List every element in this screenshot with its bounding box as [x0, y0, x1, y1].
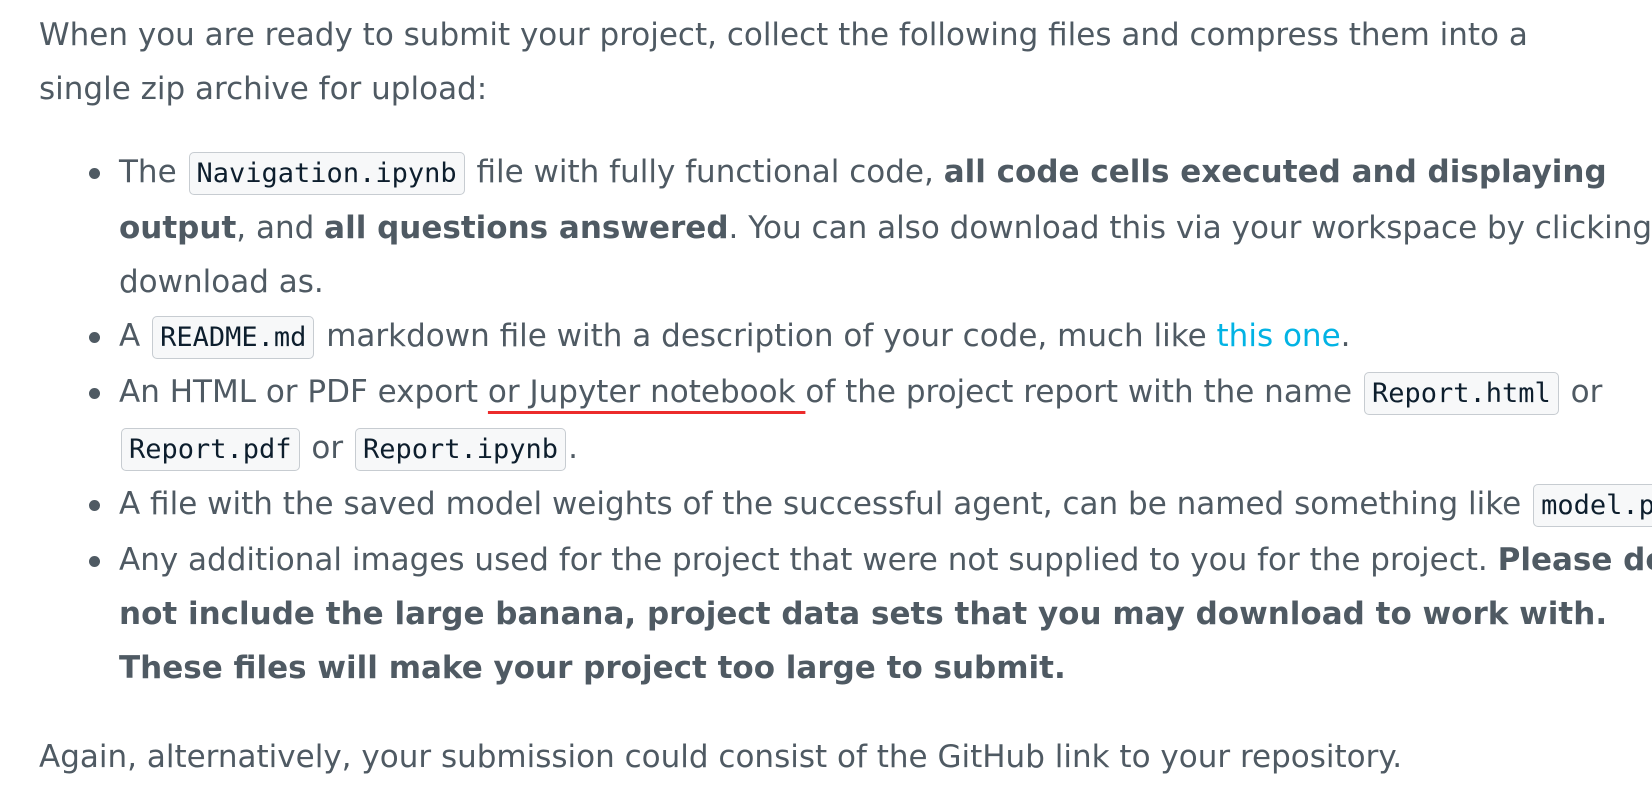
- intro-paragraph: When you are ready to submit your projec…: [39, 17, 1528, 107]
- item-text: .: [568, 430, 578, 466]
- list-item-additional-images: Any additional images used for the proje…: [89, 533, 1652, 695]
- code-model-pt: model.pt: [1533, 484, 1652, 527]
- code-report-ipynb: Report.ipynb: [354, 428, 567, 471]
- item-text: file with fully functional code,: [466, 154, 944, 190]
- item-text: of the project report with the name: [805, 374, 1362, 410]
- bold-text: all questions answered: [324, 210, 729, 246]
- item-text: or: [301, 430, 353, 466]
- outro-paragraph: Again, alternatively, your submission co…: [39, 739, 1403, 775]
- submission-file-list: The Navigation.ipynb file with fully fun…: [39, 145, 1652, 695]
- item-text: A: [119, 318, 151, 354]
- item-text: markdown file with a description of your…: [316, 318, 1217, 354]
- code-report-html: Report.html: [1363, 372, 1559, 415]
- code-report-pdf: Report.pdf: [121, 428, 300, 471]
- submission-instructions: When you are ready to submit your projec…: [0, 0, 1652, 794]
- code-readme-md: README.md: [152, 316, 315, 359]
- underlined-text: or Jupyter notebook: [487, 374, 806, 410]
- list-item-navigation-notebook: The Navigation.ipynb file with fully fun…: [89, 145, 1652, 309]
- item-text: An HTML or PDF export: [119, 374, 488, 410]
- code-navigation-ipynb: Navigation.ipynb: [188, 152, 465, 195]
- this-one-link[interactable]: this one: [1217, 318, 1341, 354]
- item-text: A file with the saved model weights of t…: [119, 486, 1532, 522]
- list-item-readme: A README.md markdown file with a descrip…: [89, 309, 1652, 365]
- item-text: .: [1340, 318, 1351, 354]
- item-text: , and: [236, 210, 325, 246]
- list-item-model-weights: A file with the saved model weights of t…: [89, 477, 1652, 533]
- item-text: or: [1560, 374, 1603, 410]
- item-text: Any additional images used for the proje…: [119, 542, 1498, 578]
- list-item-report: An HTML or PDF export or Jupyter noteboo…: [89, 365, 1652, 477]
- item-text: The: [119, 154, 187, 190]
